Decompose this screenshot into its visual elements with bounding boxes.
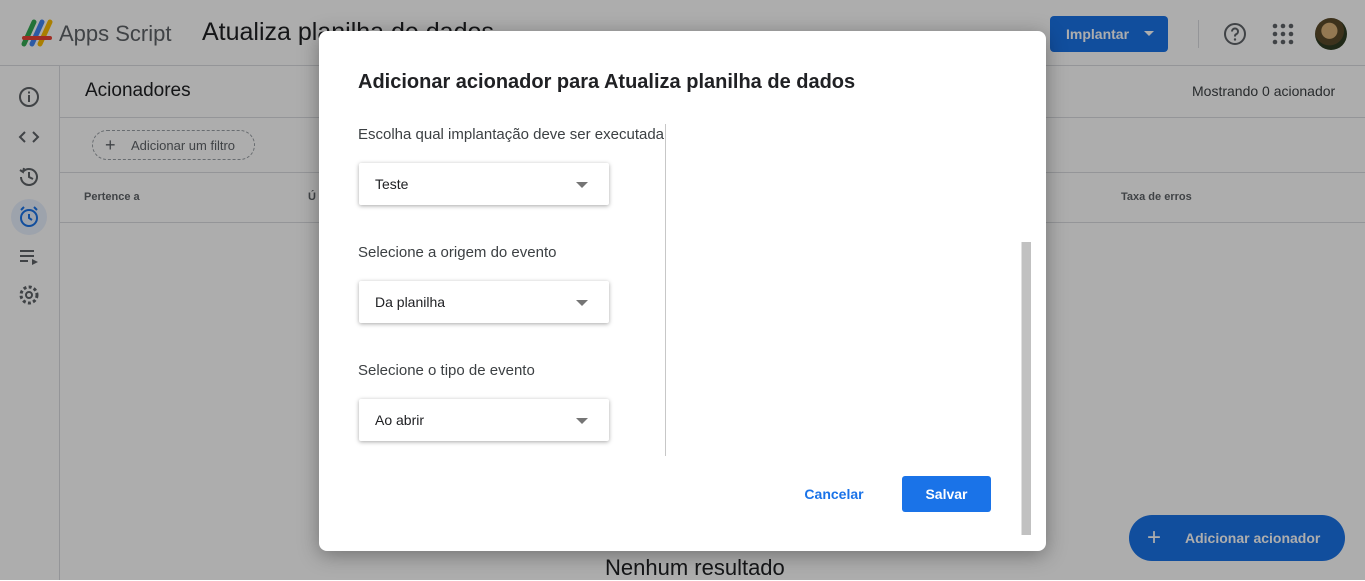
dialog-title: Adicionar acionador para Atualiza planil… (358, 71, 856, 93)
deployment-label: Escolha qual implantação deve ser execut… (358, 126, 665, 143)
deployment-value: Teste (375, 176, 409, 192)
save-button[interactable]: Salvar (902, 476, 991, 512)
event-type-value: Ao abrir (375, 412, 425, 428)
event-type-label: Selecione o tipo de evento (358, 362, 535, 379)
event-type-select[interactable]: Ao abrir (359, 399, 609, 441)
event-source-value: Da planilha (375, 294, 446, 310)
dropdown-arrow-icon (576, 182, 588, 188)
column-divider (665, 124, 666, 456)
deployment-select[interactable]: Teste (359, 163, 609, 205)
cancel-button[interactable]: Cancelar (790, 476, 878, 512)
dialog-scrollbar[interactable] (1021, 242, 1031, 535)
add-trigger-dialog: Adicionar acionador para Atualiza planil… (319, 31, 1046, 551)
event-source-select[interactable]: Da planilha (359, 281, 609, 323)
dropdown-arrow-icon (576, 418, 588, 424)
event-source-label: Selecione a origem do evento (358, 244, 557, 261)
dropdown-arrow-icon (576, 300, 588, 306)
